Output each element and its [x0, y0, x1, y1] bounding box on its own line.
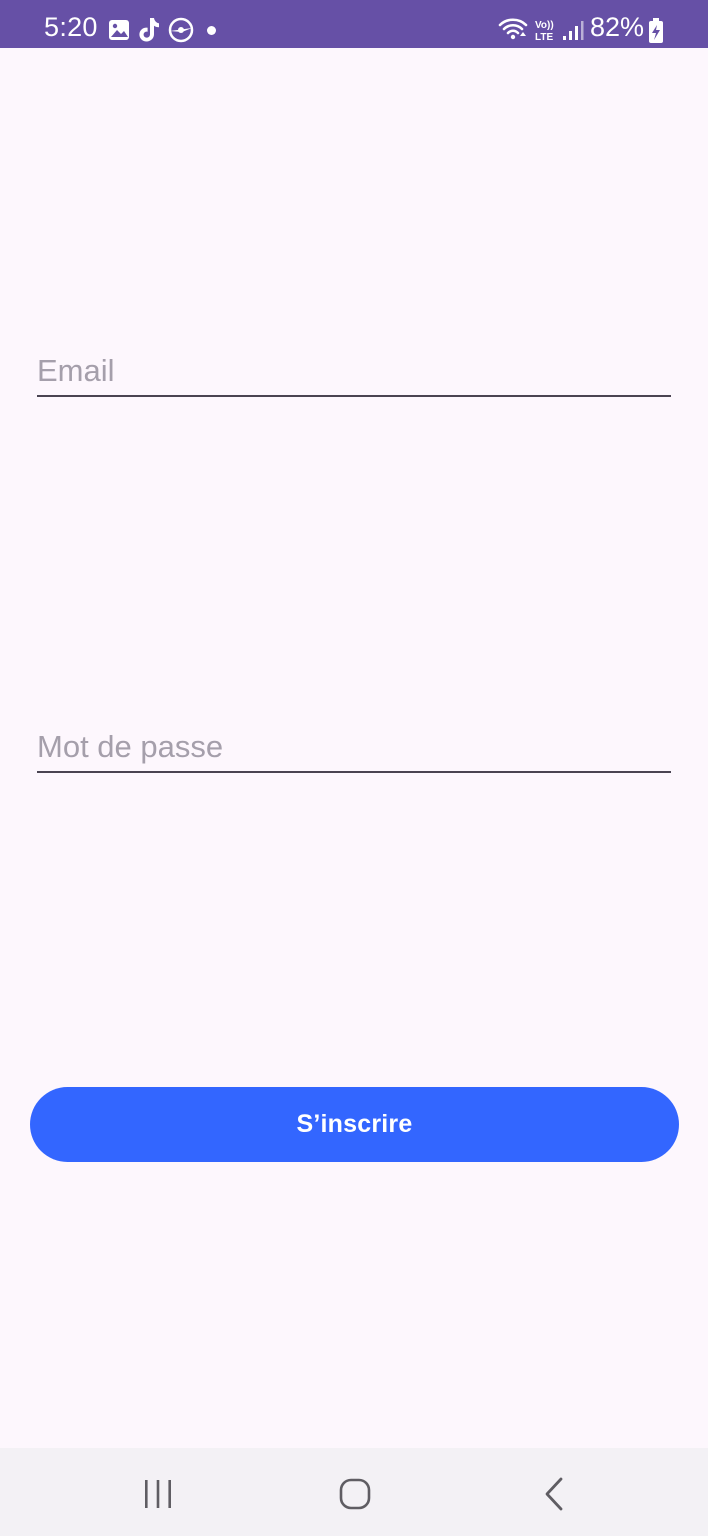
status-bar: 5:20 Vo)) LTE 82% — [0, 0, 708, 48]
password-field — [37, 711, 671, 773]
back-button[interactable] — [524, 1472, 584, 1516]
tiktok-icon — [139, 18, 159, 42]
battery-percentage: 82% — [590, 12, 645, 42]
svg-text:LTE: LTE — [535, 32, 553, 43]
svg-text:Vo)): Vo)) — [535, 20, 554, 31]
recent-apps-icon — [145, 1480, 171, 1508]
status-time: 5:20 — [44, 12, 98, 42]
gallery-icon — [109, 20, 129, 40]
email-input[interactable] — [37, 353, 671, 389]
recent-apps-button[interactable] — [128, 1472, 188, 1516]
navigation-bar — [0, 1448, 708, 1536]
wifi-icon — [498, 18, 528, 40]
home-icon — [339, 1478, 371, 1510]
signup-button[interactable]: S’inscrire — [30, 1087, 679, 1162]
signup-screen: 5:20 Vo)) LTE 82% Email S’inscrire — [0, 0, 708, 1536]
password-input[interactable] — [37, 729, 671, 765]
home-button[interactable] — [325, 1472, 385, 1516]
notification-dot-icon — [207, 26, 216, 35]
email-field — [37, 335, 671, 397]
battery-charging-icon — [649, 18, 663, 43]
volte-icon: Vo)) LTE — [535, 20, 554, 43]
vpn-icon — [168, 17, 194, 43]
back-icon — [545, 1477, 563, 1511]
signal-icon — [563, 21, 584, 40]
